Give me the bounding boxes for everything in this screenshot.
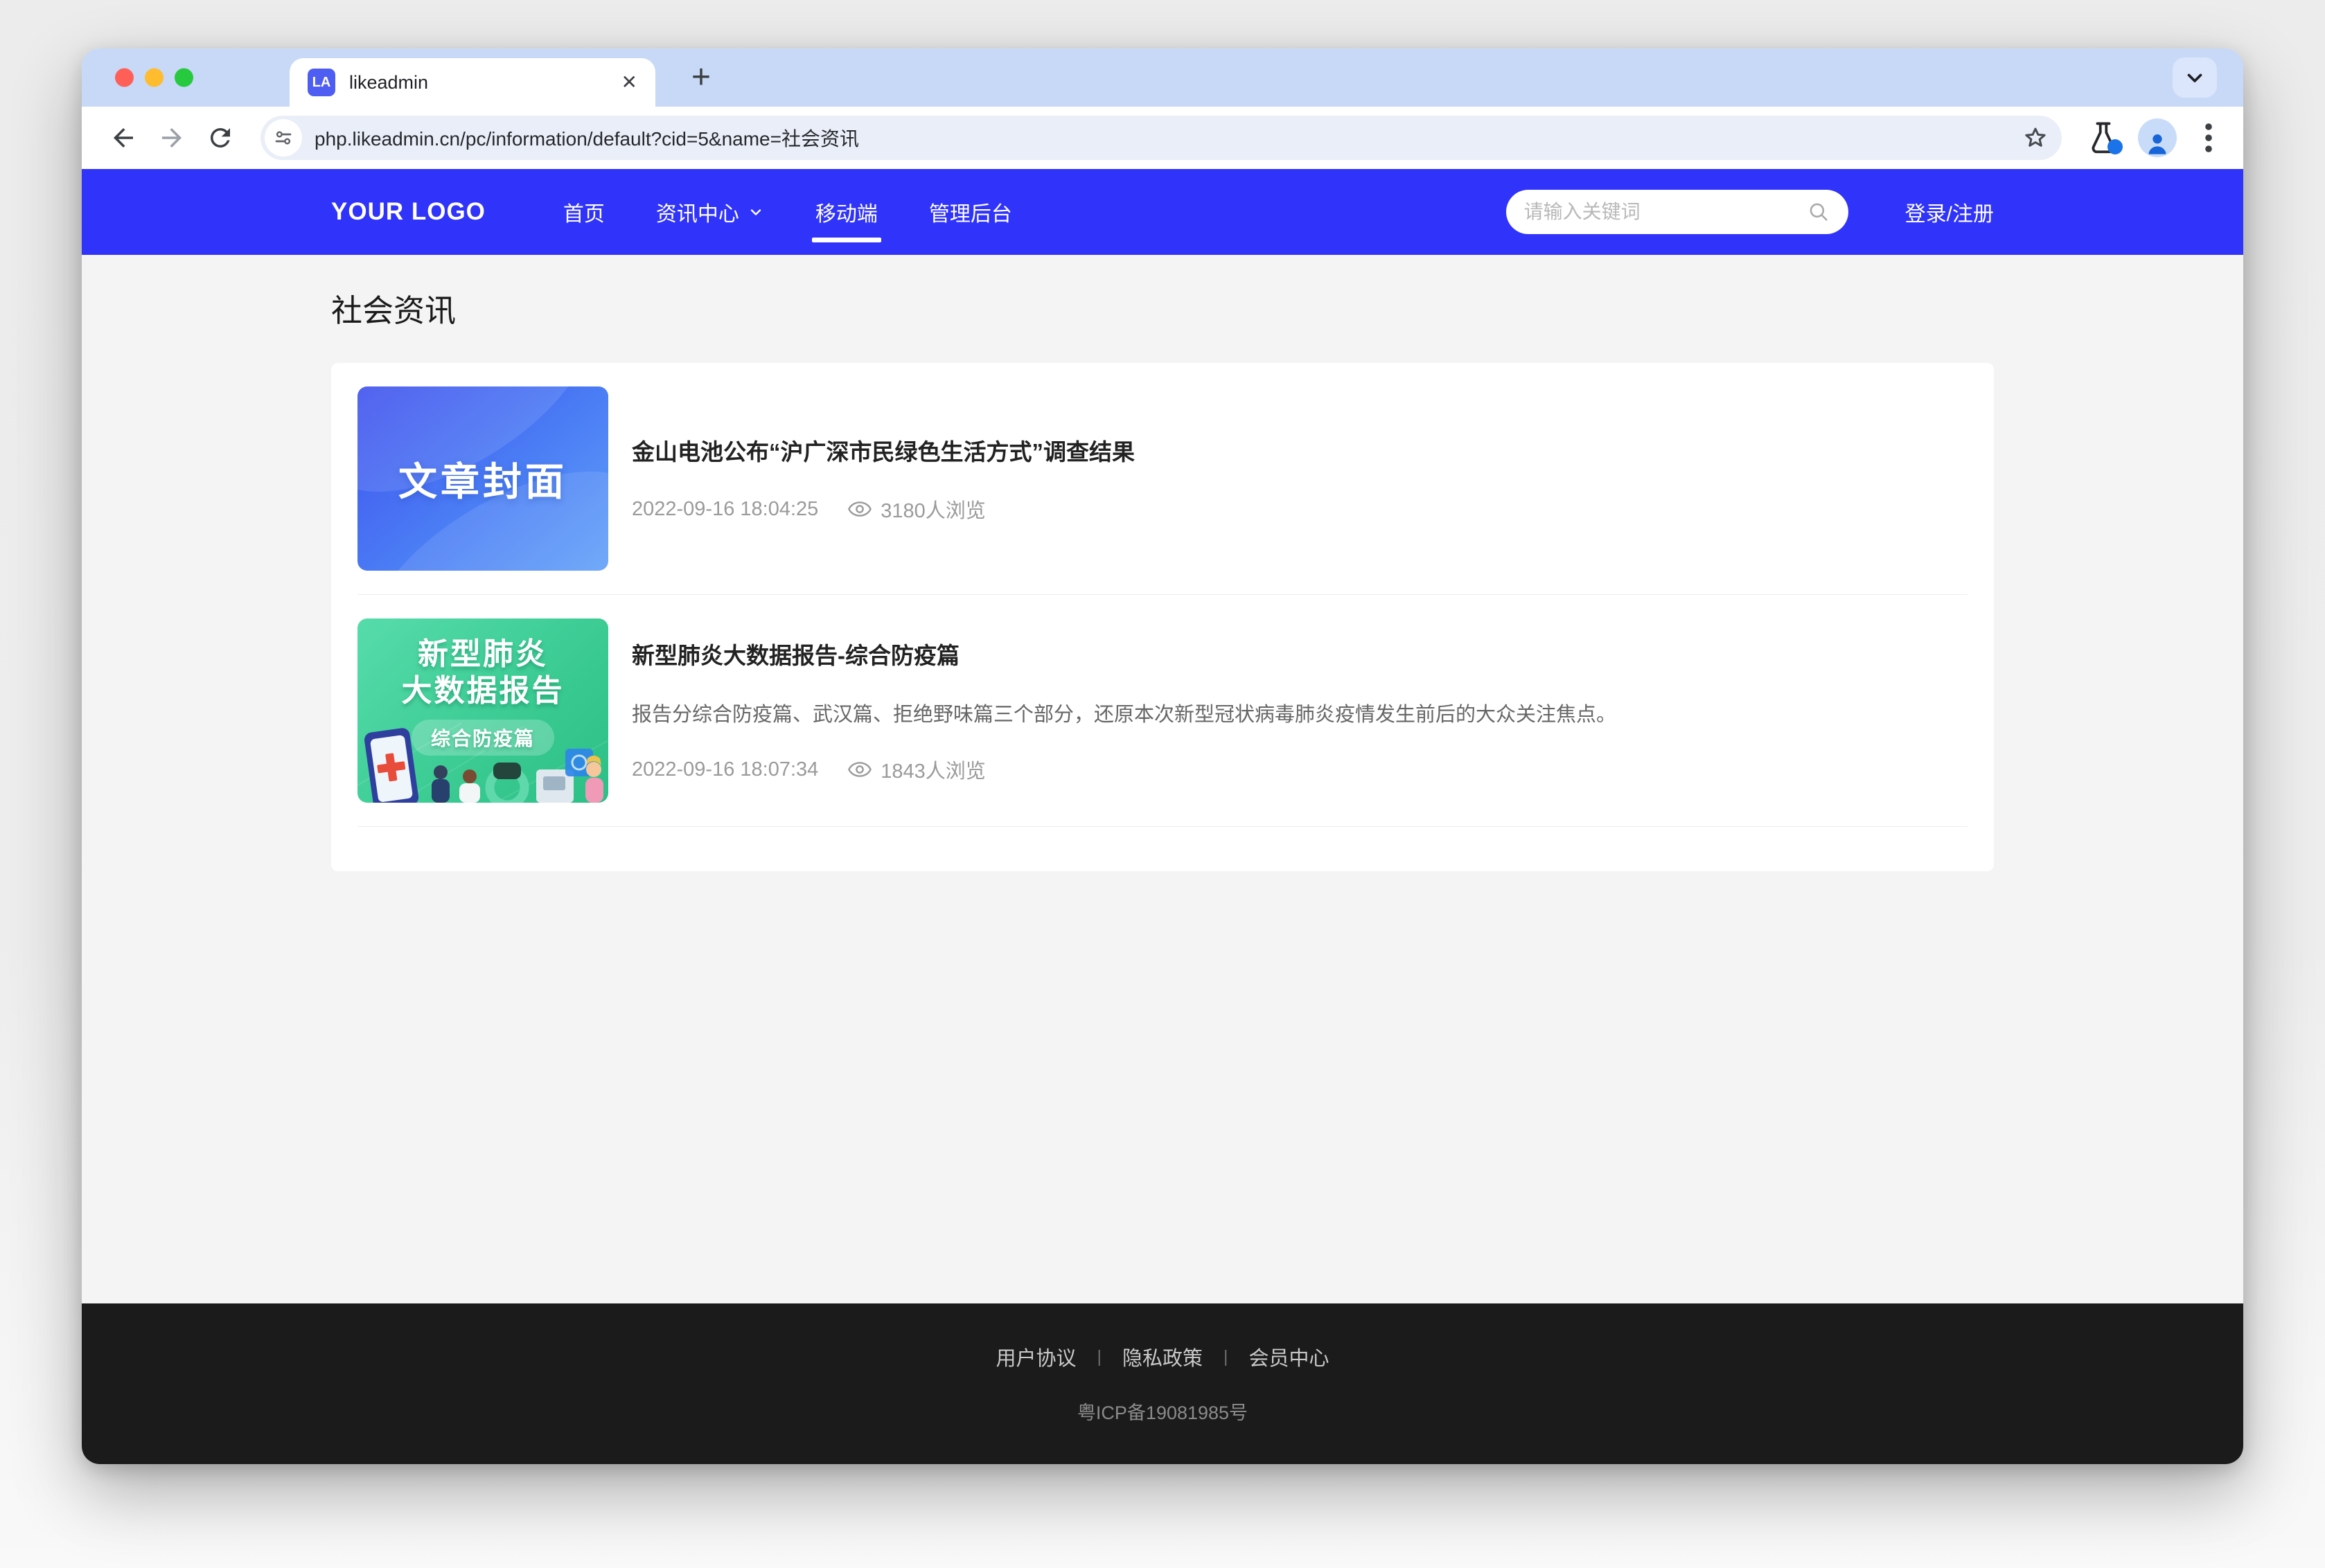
- tab-search-button[interactable]: [2173, 57, 2217, 98]
- article-views: 1843人浏览: [881, 755, 986, 784]
- new-tab-button[interactable]: +: [691, 61, 711, 94]
- zoom-window-button[interactable]: [175, 69, 193, 87]
- site-search[interactable]: [1506, 190, 1848, 234]
- site-logo[interactable]: YOUR LOGO: [331, 198, 486, 226]
- thumbnail-title-line2: 大数据报告: [402, 673, 565, 710]
- menu-button[interactable]: [2195, 117, 2222, 159]
- article-title[interactable]: 新型肺炎大数据报告-综合防疫篇: [632, 637, 1968, 670]
- browser-toolbar: php.likeadmin.cn/pc/information/default?…: [82, 107, 2243, 169]
- browser-tab[interactable]: LA likeadmin ✕: [290, 58, 655, 107]
- traffic-lights: [115, 69, 193, 87]
- nav-item-mobile[interactable]: 移动端: [815, 169, 878, 255]
- footer-link-privacy-policy[interactable]: 隐私政策: [1122, 1342, 1203, 1371]
- browser-window: LA likeadmin ✕ +: [82, 48, 2243, 1464]
- eye-icon: [847, 757, 872, 782]
- nav-item-admin[interactable]: 管理后台: [929, 169, 1012, 255]
- article-row-1[interactable]: 文章封面 金山电池公布“沪广深市民绿色生活方式”调查结果 2022-09-16 …: [357, 363, 1968, 595]
- footer-divider: |: [1097, 1347, 1102, 1367]
- forward-icon: [157, 123, 186, 152]
- back-button[interactable]: [103, 117, 144, 159]
- login-register-link[interactable]: 登录/注册: [1905, 197, 1994, 227]
- site-header: YOUR LOGO 首页 资讯中心 移动端 管理后台: [82, 169, 2243, 255]
- person-icon: [2143, 130, 2171, 157]
- chevron-down-icon: [748, 204, 764, 220]
- thumbnail-title-line1: 新型肺炎: [418, 636, 548, 673]
- footer-divider: |: [1223, 1347, 1228, 1367]
- reload-icon: [206, 123, 235, 152]
- article-date: 2022-09-16 18:07:34: [632, 758, 818, 781]
- nav-item-news-center[interactable]: 资讯中心: [656, 169, 764, 255]
- forward-button[interactable]: [151, 117, 193, 159]
- article-date: 2022-09-16 18:04:25: [632, 498, 818, 521]
- thumbnail-badge: 综合防疫篇: [412, 720, 554, 756]
- minimize-window-button[interactable]: [145, 69, 163, 87]
- profile-avatar[interactable]: [2138, 118, 2177, 157]
- flask-badge-dot: [2107, 139, 2123, 154]
- tab-strip: LA likeadmin ✕ +: [82, 48, 2243, 107]
- tune-icon: [273, 127, 294, 148]
- url-text[interactable]: php.likeadmin.cn/pc/information/default?…: [315, 124, 2006, 152]
- article-description: 报告分综合防疫篇、武汉篇、拒绝野味篇三个部分，还原本次新型冠状病毒肺炎疫情发生前…: [632, 698, 1968, 727]
- search-input[interactable]: [1524, 201, 1797, 223]
- tab-title: likeadmin: [349, 72, 608, 93]
- toolbar-right-icons: [2081, 117, 2222, 159]
- nav-item-home[interactable]: 首页: [563, 169, 605, 255]
- site-settings-button[interactable]: [265, 119, 302, 157]
- search-icon[interactable]: [1807, 200, 1830, 224]
- article-row-2[interactable]: 新型肺炎 大数据报告 综合防疫篇: [357, 595, 1968, 827]
- kebab-menu-icon: [2204, 123, 2213, 153]
- star-icon: [2022, 125, 2049, 151]
- footer-link-member-center[interactable]: 会员中心: [1249, 1342, 1329, 1371]
- close-window-button[interactable]: [115, 69, 134, 87]
- experiments-button[interactable]: [2087, 120, 2120, 156]
- address-bar[interactable]: php.likeadmin.cn/pc/information/default?…: [260, 116, 2062, 160]
- reload-button[interactable]: [200, 117, 241, 159]
- article-views: 3180人浏览: [881, 495, 986, 524]
- article-list-card: 文章封面 金山电池公布“沪广深市民绿色生活方式”调查结果 2022-09-16 …: [331, 363, 1994, 871]
- back-icon: [109, 123, 138, 152]
- main-nav: 首页 资讯中心 移动端 管理后台: [563, 169, 1012, 255]
- bookmark-button[interactable]: [2019, 121, 2052, 154]
- article-1-thumbnail[interactable]: 文章封面: [357, 386, 608, 571]
- page-content: 社会资讯 文章封面 金山电池公布“沪广深市民绿色生活方式”调查结果 2022-0…: [82, 255, 2243, 1303]
- icp-record-number: 粤ICP备19081985号: [1077, 1398, 1248, 1425]
- article-2-thumbnail[interactable]: 新型肺炎 大数据报告 综合防疫篇: [357, 618, 608, 803]
- thumbnail-cover-text: 文章封面: [398, 451, 567, 507]
- site-footer: 用户协议 | 隐私政策 | 会员中心 粤ICP备19081985号: [82, 1303, 2243, 1464]
- footer-link-user-agreement[interactable]: 用户协议: [996, 1342, 1076, 1371]
- page-title: 社会资讯: [331, 255, 1994, 363]
- eye-icon: [847, 497, 872, 522]
- tab-close-icon[interactable]: ✕: [621, 73, 637, 92]
- chevron-down-icon: [2183, 66, 2207, 89]
- tab-favicon: LA: [308, 69, 335, 96]
- article-title[interactable]: 金山电池公布“沪广深市民绿色生活方式”调查结果: [632, 434, 1968, 467]
